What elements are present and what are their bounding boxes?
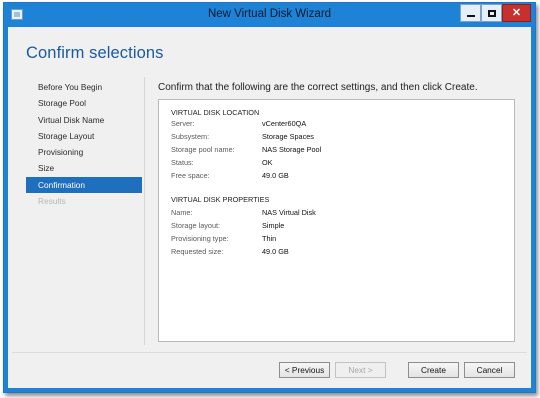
next-button: Next >: [335, 362, 386, 378]
cancel-button[interactable]: Cancel: [464, 362, 515, 378]
property-name: Requested size:: [171, 247, 224, 256]
minimize-button[interactable]: [460, 4, 481, 22]
properties-row-storage-layout: Storage layout: Simple: [171, 221, 501, 233]
location-row-status: Status: OK: [171, 158, 501, 170]
nav-item-storage-layout[interactable]: Storage Layout: [26, 128, 142, 144]
wizard-body: Confirm selections Before You Begin Stor…: [8, 27, 531, 388]
create-button[interactable]: Create: [408, 362, 459, 378]
property-value: OK: [262, 158, 273, 167]
property-value: NAS Virtual Disk: [262, 208, 316, 217]
nav-item-before-you-begin[interactable]: Before You Begin: [26, 79, 142, 95]
nav-item-confirmation[interactable]: Confirmation: [26, 176, 142, 194]
close-icon: ✕: [511, 6, 522, 19]
maximize-icon: [487, 9, 496, 17]
wizard-steps-nav: Before You Begin Storage Pool Virtual Di…: [26, 79, 142, 209]
property-value: vCenter60QA: [262, 119, 307, 128]
property-value: Storage Spaces: [262, 132, 314, 141]
location-row-free-space: Free space: 49.0 GB: [171, 171, 501, 183]
nav-item-storage-pool[interactable]: Storage Pool: [26, 95, 142, 111]
location-row-storage-pool-name: Storage pool name: NAS Storage Pool: [171, 145, 501, 157]
wizard-window: New Virtual Disk Wizard ✕ Confirm select…: [3, 2, 536, 393]
properties-section-heading: VIRTUAL DISK PROPERTIES: [171, 195, 270, 204]
instruction-text: Confirm that the following are the corre…: [158, 82, 478, 93]
title-bar[interactable]: New Virtual Disk Wizard ✕: [4, 3, 535, 27]
properties-row-name: Name: NAS Virtual Disk: [171, 208, 501, 220]
property-value: NAS Storage Pool: [262, 145, 322, 154]
nav-item-size[interactable]: Size: [26, 160, 142, 176]
property-value: Simple: [262, 221, 285, 230]
nav-divider: [144, 77, 145, 345]
property-name: Server:: [171, 119, 195, 128]
property-name: Storage pool name:: [171, 145, 235, 154]
properties-row-requested-size: Requested size: 49.0 GB: [171, 247, 501, 259]
property-value: 49.0 GB: [262, 171, 289, 180]
nav-item-virtual-disk-name[interactable]: Virtual Disk Name: [26, 112, 142, 128]
location-row-server: Server: vCenter60QA: [171, 119, 501, 131]
previous-button[interactable]: < Previous: [279, 362, 330, 378]
property-name: Provisioning type:: [171, 234, 229, 243]
close-button[interactable]: ✕: [502, 4, 531, 22]
property-name: Status:: [171, 158, 194, 167]
properties-row-provisioning-type: Provisioning type: Thin: [171, 234, 501, 246]
property-name: Subsystem:: [171, 132, 210, 141]
property-name: Free space:: [171, 171, 210, 180]
page-title: Confirm selections: [26, 44, 164, 62]
nav-item-provisioning[interactable]: Provisioning: [26, 144, 142, 160]
property-name: Name:: [171, 208, 193, 217]
location-section-heading: VIRTUAL DISK LOCATION: [171, 108, 260, 117]
property-value: Thin: [262, 234, 277, 243]
footer-divider: [12, 352, 527, 353]
property-name: Storage layout:: [171, 221, 221, 230]
property-value: 49.0 GB: [262, 247, 289, 256]
location-row-subsystem: Subsystem: Storage Spaces: [171, 132, 501, 144]
settings-summary-panel[interactable]: VIRTUAL DISK LOCATION Server: vCenter60Q…: [158, 99, 515, 342]
window-title: New Virtual Disk Wizard: [207, 8, 332, 20]
minimize-icon: [466, 15, 475, 17]
maximize-button[interactable]: [481, 4, 502, 22]
nav-item-results: Results: [38, 196, 66, 207]
